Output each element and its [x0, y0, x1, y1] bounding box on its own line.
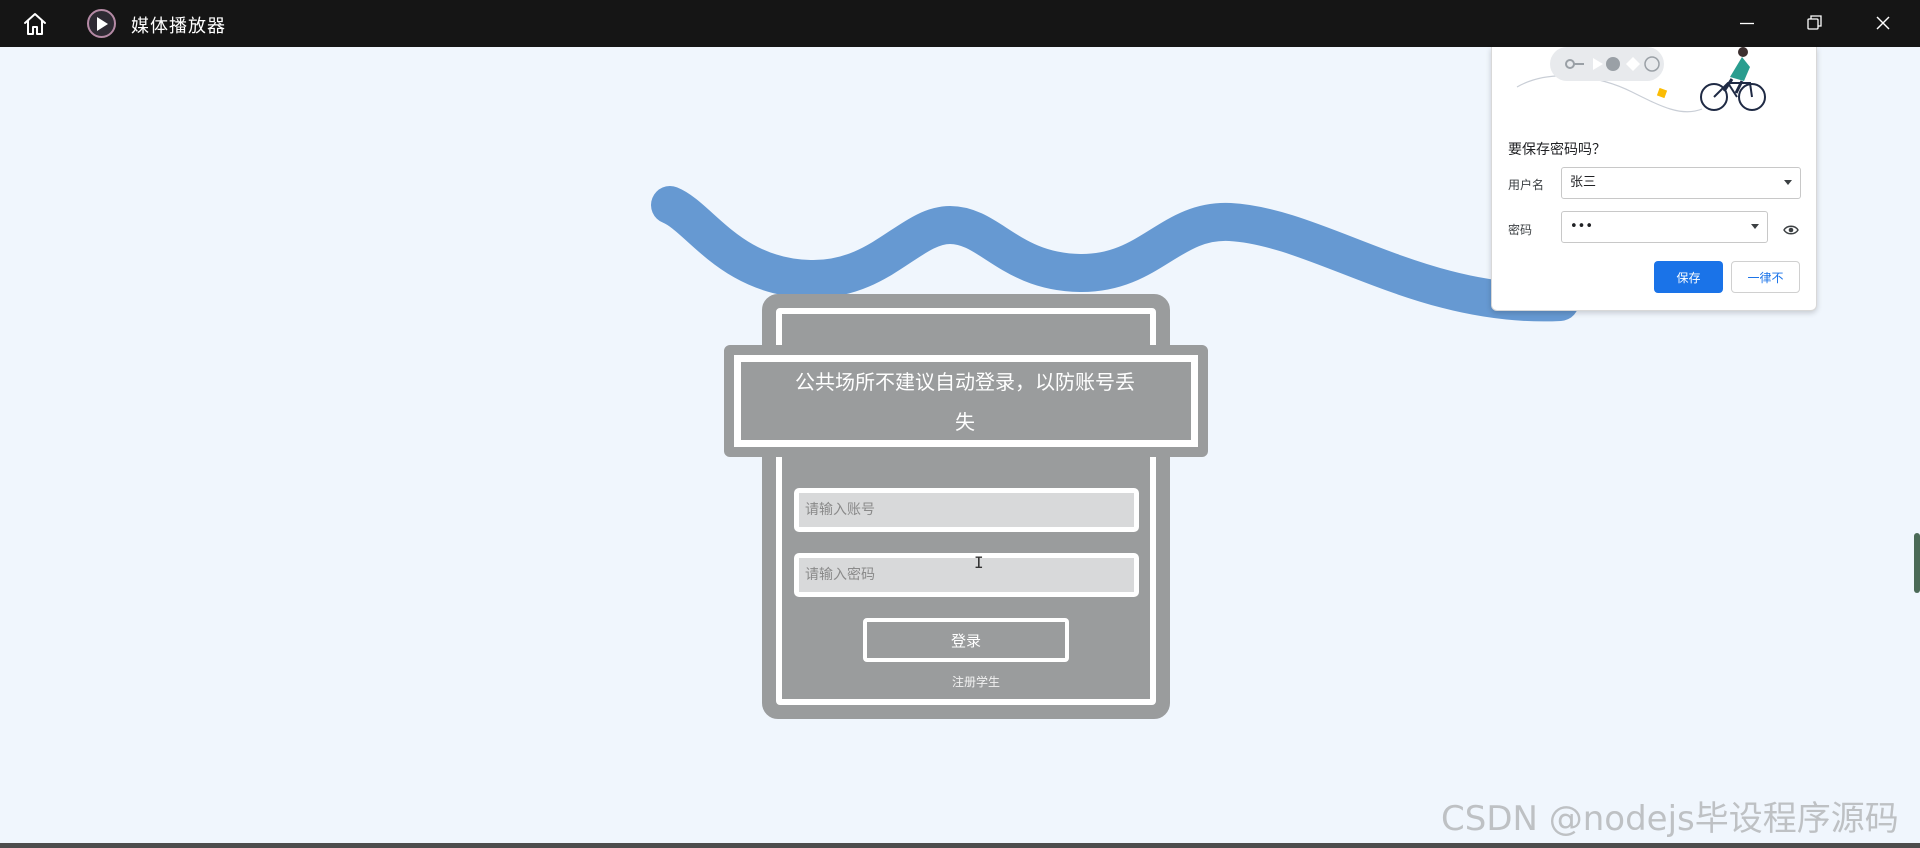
save-password-illustration — [1516, 47, 1766, 113]
scrollbar-thumb[interactable] — [1914, 533, 1920, 593]
chevron-down-icon — [1784, 180, 1792, 185]
username-value: 张三 — [1570, 175, 1597, 190]
home-icon[interactable] — [20, 10, 50, 38]
never-save-button[interactable]: 一律不 — [1731, 261, 1800, 293]
save-password-button[interactable]: 保存 — [1654, 261, 1723, 293]
title-bar: 媒体播放器 — [0, 0, 1920, 47]
show-password-eye-icon[interactable] — [1783, 221, 1799, 240]
restore-button[interactable] — [1781, 0, 1849, 47]
chevron-down-icon — [1751, 224, 1759, 229]
register-student-link[interactable]: 注册学生 — [900, 673, 1052, 690]
minimize-button[interactable] — [1713, 0, 1781, 47]
username-label: 用户名 — [1508, 178, 1545, 192]
csdn-watermark: CSDN @nodejs毕设程序源码 — [1441, 799, 1899, 839]
media-player-app-icon — [87, 9, 116, 38]
close-button[interactable] — [1849, 0, 1917, 47]
bottom-border — [0, 843, 1920, 848]
save-password-popup: 要保存密码吗？ 用户名 张三 密码 ••• 保存 一律不 — [1491, 47, 1817, 311]
password-input[interactable] — [799, 558, 1134, 592]
password-label: 密码 — [1508, 223, 1533, 237]
password-value: ••• — [1570, 219, 1594, 234]
password-field[interactable] — [794, 553, 1139, 597]
account-field[interactable] — [794, 488, 1139, 532]
save-password-title: 要保存密码吗？ — [1508, 142, 1606, 158]
text-cursor-icon: I — [974, 553, 984, 572]
login-button[interactable]: 登录 — [863, 618, 1069, 662]
password-select[interactable]: ••• — [1561, 211, 1768, 243]
window-title: 媒体播放器 — [131, 16, 226, 37]
username-select[interactable]: 张三 — [1561, 167, 1801, 199]
account-input[interactable] — [799, 493, 1134, 527]
login-notice-text: 公共场所不建议自动登录，以防账号丢失 — [795, 370, 1135, 434]
